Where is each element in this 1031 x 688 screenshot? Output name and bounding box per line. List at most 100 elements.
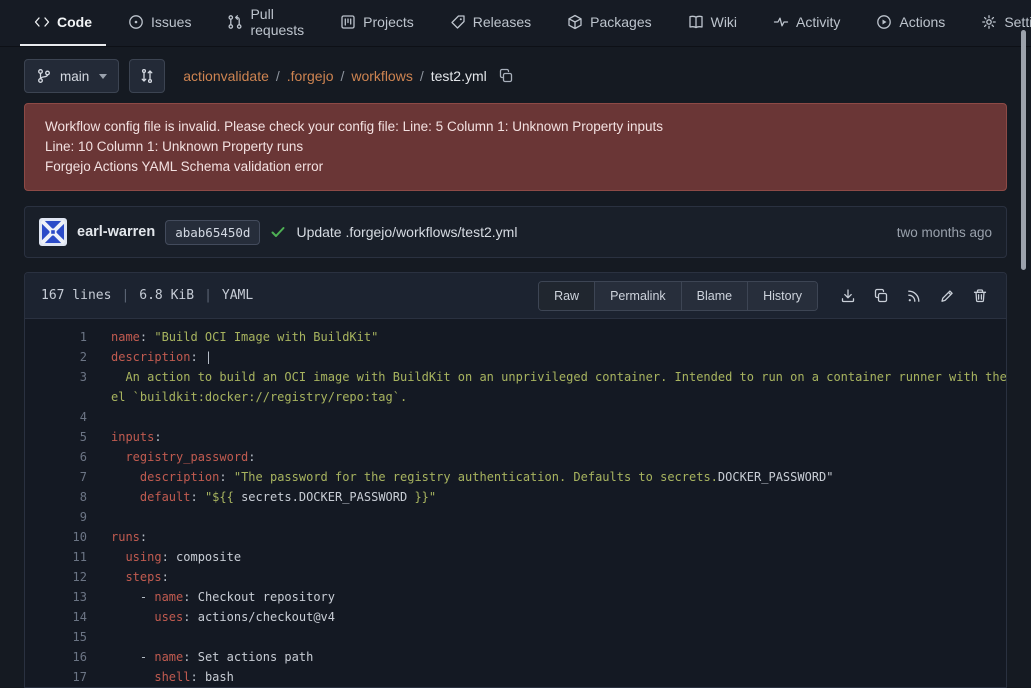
tab-label: Actions <box>899 14 945 30</box>
tab-actions[interactable]: Actions <box>862 0 959 46</box>
copy-content-icon[interactable] <box>873 288 889 304</box>
activity-icon <box>773 14 789 30</box>
view-mode-buttons: Raw Permalink Blame History <box>538 281 818 311</box>
breadcrumb-dir-link[interactable]: workflows <box>351 68 412 84</box>
line-number[interactable]: 1 <box>41 327 87 347</box>
projects-icon <box>340 14 356 30</box>
line-number[interactable]: 13 <box>41 587 87 607</box>
code-icon <box>34 14 50 30</box>
line-number[interactable]: 6 <box>41 447 87 467</box>
history-button[interactable]: History <box>747 282 817 310</box>
file-language: YAML <box>222 288 253 303</box>
code-line-content: uses: actions/checkout@v4 <box>111 607 335 627</box>
repo-file-page: CodeIssuesPull requests Projects Releases P… <box>0 0 1031 688</box>
file-icon-actions <box>834 288 994 304</box>
error-line: Forgejo Actions YAML Schema validation e… <box>45 157 986 177</box>
line-number[interactable]: 8 <box>41 487 87 507</box>
code-line: 3 An action to build an OCI image with B… <box>41 367 1006 407</box>
avatar[interactable] <box>39 218 67 246</box>
code-line: 8 default: "${{ secrets.DOCKER_PASSWORD … <box>41 487 1006 507</box>
line-number[interactable]: 9 <box>41 507 87 527</box>
file-meta: 167 lines | 6.8 KiB | YAML <box>41 288 253 303</box>
tab-activity[interactable]: Activity <box>759 0 854 46</box>
commit-sha-link[interactable]: abab65450d <box>165 220 260 245</box>
code-line-content <box>111 627 118 647</box>
delete-icon[interactable] <box>972 288 988 304</box>
breadcrumb-current-file: test2.yml <box>431 68 487 84</box>
edit-icon[interactable] <box>939 288 955 304</box>
branch-name: main <box>60 69 89 84</box>
error-line: Line: 10 Column 1: Unknown Property runs <box>45 137 986 157</box>
line-number[interactable]: 14 <box>41 607 87 627</box>
tab-projects[interactable]: Projects <box>326 0 428 46</box>
tab-label: Activity <box>796 14 840 30</box>
code-line: 16 - name: Set actions path <box>41 647 1006 667</box>
code-line-content: An action to build an OCI image with Bui… <box>111 367 1006 407</box>
line-number[interactable]: 10 <box>41 527 87 547</box>
line-number[interactable]: 15 <box>41 627 87 647</box>
tab-code[interactable]: Code <box>20 0 106 46</box>
line-number[interactable]: 12 <box>41 567 87 587</box>
file-view: 167 lines | 6.8 KiB | YAML Raw Permalink… <box>24 272 1007 688</box>
tab-packages[interactable]: Packages <box>553 0 665 46</box>
scrollbar[interactable] <box>1021 30 1026 270</box>
code-line-content: runs: <box>111 527 147 547</box>
branch-breadcrumb-bar: main actionvalidate / .forgejo / workflo… <box>0 47 1031 103</box>
line-number[interactable]: 3 <box>41 367 87 387</box>
compare-icon <box>139 68 155 84</box>
line-number[interactable]: 17 <box>41 667 87 687</box>
actions-icon <box>876 14 892 30</box>
code-line: 6 registry_password: <box>41 447 1006 467</box>
tab-releases[interactable]: Releases <box>436 0 545 46</box>
commit-author[interactable]: earl-warren <box>77 224 155 240</box>
workflow-error-alert: Workflow config file is invalid. Please … <box>24 103 1007 191</box>
code-line: 10 runs: <box>41 527 1006 547</box>
commit-time: two months ago <box>897 225 992 240</box>
line-number[interactable]: 2 <box>41 347 87 367</box>
code-view: 1 name: "Build OCI Image with BuildKit" 2 d… <box>25 319 1006 687</box>
breadcrumb-separator: / <box>340 68 344 84</box>
code-line-content: name: "Build OCI Image with BuildKit" <box>111 327 378 347</box>
releases-icon <box>450 14 466 30</box>
copy-path-icon[interactable] <box>498 68 514 84</box>
tab-label: Wiki <box>711 14 737 30</box>
code-line-content: - name: Checkout repository <box>111 587 335 607</box>
branch-icon <box>36 68 52 84</box>
download-icon[interactable] <box>840 288 856 304</box>
breadcrumb-repo-link[interactable]: actionvalidate <box>183 68 269 84</box>
branch-selector[interactable]: main <box>24 59 119 93</box>
line-number[interactable]: 5 <box>41 427 87 447</box>
code-line-content: description: "The password for the regis… <box>111 467 834 487</box>
code-line: 15 <box>41 627 1006 647</box>
blame-button[interactable]: Blame <box>681 282 747 310</box>
compare-button[interactable] <box>129 59 165 93</box>
code-line: 11 using: composite <box>41 547 1006 567</box>
tab-pull-requests[interactable]: Pull requests <box>213 0 318 46</box>
commit-message[interactable]: Update .forgejo/workflows/test2.yml <box>296 224 517 240</box>
chevron-down-icon <box>99 74 107 79</box>
code-line-content: default: "${{ secrets.DOCKER_PASSWORD }}… <box>111 487 436 507</box>
line-number[interactable]: 4 <box>41 407 87 427</box>
code-line-content: using: composite <box>111 547 241 567</box>
tab-issues[interactable]: Issues <box>114 0 205 46</box>
code-line: 17 shell: bash <box>41 667 1006 687</box>
latest-commit-box: earl-warren abab65450d Update .forgejo/w… <box>24 206 1007 258</box>
raw-button[interactable]: Raw <box>539 282 594 310</box>
code-line: 14 uses: actions/checkout@v4 <box>41 607 1006 627</box>
line-number[interactable]: 11 <box>41 547 87 567</box>
tab-label: Projects <box>363 14 414 30</box>
code-line-content: inputs: <box>111 427 162 447</box>
rss-icon[interactable] <box>906 288 922 304</box>
line-number[interactable]: 7 <box>41 467 87 487</box>
tab-wiki[interactable]: Wiki <box>674 0 751 46</box>
permalink-button[interactable]: Permalink <box>594 282 681 310</box>
check-icon[interactable] <box>270 224 286 240</box>
breadcrumb-separator: / <box>276 68 280 84</box>
tab-label: Releases <box>473 14 531 30</box>
file-header: 167 lines | 6.8 KiB | YAML Raw Permalink… <box>25 273 1006 319</box>
breadcrumb-dir-link[interactable]: .forgejo <box>287 68 334 84</box>
code-line-content: registry_password: <box>111 447 256 467</box>
code-line: 5 inputs: <box>41 427 1006 447</box>
file-actions: Raw Permalink Blame History <box>538 281 994 311</box>
line-number[interactable]: 16 <box>41 647 87 667</box>
